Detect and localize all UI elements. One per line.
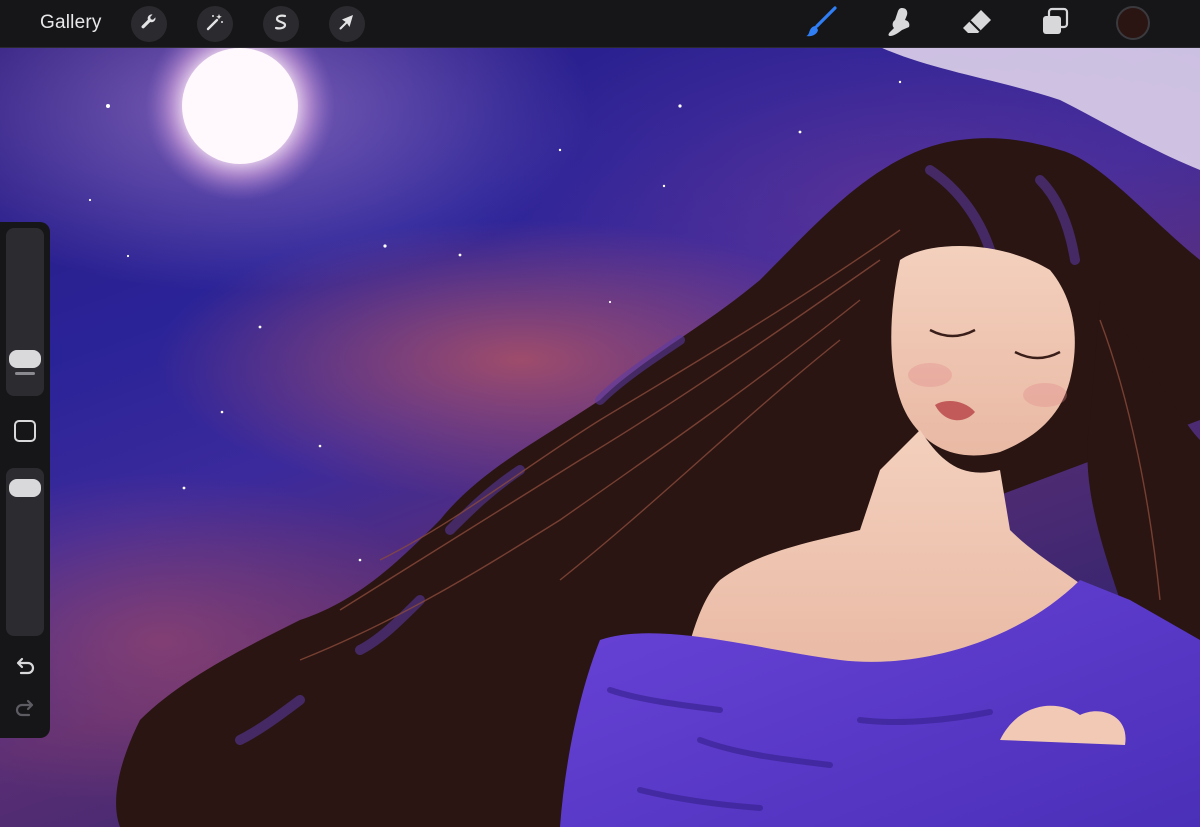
- selection-button[interactable]: [263, 6, 299, 42]
- transform-button[interactable]: [329, 6, 365, 42]
- modify-square-icon[interactable]: [14, 420, 36, 442]
- redo-icon: [13, 699, 37, 724]
- redo-button[interactable]: [13, 699, 37, 724]
- layers-icon: [1040, 7, 1070, 42]
- artwork: [88, 11, 1200, 827]
- wrench-icon: [139, 12, 159, 37]
- brush-size-thumb[interactable]: [9, 349, 41, 368]
- transform-arrow-icon: [337, 12, 357, 37]
- brush-size-slider[interactable]: [6, 228, 44, 396]
- left-sidebar: [0, 222, 50, 738]
- magic-wand-icon: [205, 12, 225, 37]
- brush-size-thumb-line: [15, 371, 35, 375]
- actions-button[interactable]: [131, 6, 167, 42]
- opacity-slider[interactable]: [6, 468, 44, 636]
- smudge-icon: [884, 6, 914, 43]
- opacity-thumb[interactable]: [9, 479, 41, 498]
- eraser-tool-button[interactable]: [958, 6, 996, 42]
- smudge-tool-button[interactable]: [880, 6, 918, 42]
- adjustments-button[interactable]: [197, 6, 233, 42]
- selection-s-icon: [271, 12, 291, 37]
- brush-icon: [804, 5, 838, 44]
- drawing-canvas[interactable]: [0, 0, 1200, 827]
- brush-tool-button[interactable]: [802, 5, 840, 44]
- eraser-icon: [961, 7, 993, 42]
- layers-button[interactable]: [1036, 6, 1074, 42]
- undo-icon: [13, 657, 37, 682]
- moon: [182, 48, 298, 164]
- color-button[interactable]: [1116, 6, 1150, 40]
- top-toolbar: Gallery: [0, 0, 1200, 48]
- gallery-button[interactable]: Gallery: [40, 12, 102, 34]
- undo-button[interactable]: [13, 657, 37, 682]
